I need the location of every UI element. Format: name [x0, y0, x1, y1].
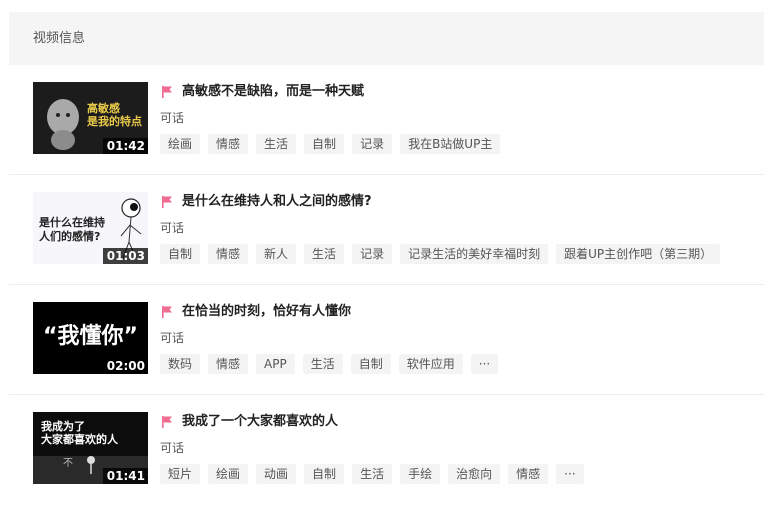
more-tags-button[interactable]: ··· — [470, 354, 499, 374]
tag[interactable]: 情感 — [508, 464, 549, 484]
video-author[interactable]: 可话 — [160, 111, 184, 125]
thumbnail-caption-line: 我成为了 — [41, 420, 85, 433]
thumbnail-caption-line: 人们的感情? — [39, 230, 101, 243]
flag-icon — [162, 196, 172, 208]
video-thumbnail[interactable]: 是什么在维持 人们的感情? 01:03 — [33, 192, 148, 264]
tag[interactable]: 自制 — [350, 354, 391, 374]
tag[interactable]: 数码 — [160, 354, 201, 374]
tag[interactable]: 短片 — [160, 464, 201, 484]
tag[interactable]: 生活 — [352, 464, 393, 484]
flag-icon — [162, 416, 172, 428]
tag[interactable]: 绘画 — [208, 464, 249, 484]
tag[interactable]: 情感 — [208, 244, 249, 264]
thumbnail-caption: 我成为了 大家都喜欢的人 — [41, 420, 118, 446]
flag-icon — [162, 306, 172, 318]
tag-list: 数码 情感 APP 生活 自制 软件应用 ··· — [160, 354, 506, 374]
video-thumbnail[interactable]: “我懂你” 02:00 — [33, 302, 148, 374]
video-author[interactable]: 可话 — [160, 221, 184, 235]
tag[interactable]: 治愈向 — [448, 464, 501, 484]
video-duration: 01:42 — [102, 138, 148, 154]
tag[interactable]: 记录生活的美好幸福时刻 — [400, 244, 549, 264]
thumbnail-caption-line: 是我的特点 — [87, 115, 142, 128]
tag[interactable]: 记录 — [352, 134, 393, 154]
video-title[interactable]: 在恰当的时刻，恰好有人懂你 — [182, 304, 351, 320]
tag[interactable]: 自制 — [160, 244, 201, 264]
video-title[interactable]: 我成了一个大家都喜欢的人 — [182, 414, 338, 430]
video-duration: 01:41 — [102, 468, 148, 484]
more-tags-button[interactable]: ··· — [556, 464, 584, 484]
thumbnail-caption-line: 不 — [63, 458, 73, 469]
tag[interactable]: 生活 — [302, 354, 343, 374]
video-thumbnail[interactable]: 高敏感 是我的特点 01:42 — [33, 82, 148, 154]
tag[interactable]: 情感 — [208, 354, 249, 374]
video-title[interactable]: 高敏感不是缺陷，而是一种天赋 — [182, 84, 364, 100]
tag[interactable]: 手绘 — [400, 464, 441, 484]
video-item[interactable]: 我成为了 大家都喜欢的人 不 01:41 我成了一个大家都喜欢的人 可话 短片 … — [9, 395, 764, 505]
video-item[interactable]: “我懂你” 02:00 在恰当的时刻，恰好有人懂你 可话 数码 情感 APP 生… — [9, 285, 764, 395]
tag[interactable]: 自制 — [304, 464, 345, 484]
tag[interactable]: 生活 — [256, 134, 297, 154]
tag[interactable]: 情感 — [208, 134, 249, 154]
thumbnail-caption-line: 高敏感 — [87, 102, 120, 115]
video-author[interactable]: 可话 — [160, 331, 184, 345]
tag[interactable]: 动画 — [256, 464, 297, 484]
thumbnail-caption-line: 是什么在维持 — [39, 216, 105, 229]
video-item[interactable]: 高敏感 是我的特点 01:42 高敏感不是缺陷，而是一种天赋 可话 绘画 情感 … — [9, 65, 764, 175]
thumbnail-caption: 高敏感 是我的特点 — [87, 102, 142, 128]
section-title: 视频信息 — [33, 31, 86, 46]
video-author[interactable]: 可话 — [160, 441, 184, 455]
video-title[interactable]: 是什么在维持人和人之间的感情? — [182, 194, 372, 210]
section-header: 视频信息 — [9, 12, 764, 65]
video-duration: 02:00 — [102, 358, 148, 374]
thumbnail-caption-line: 大家都喜欢的人 — [41, 433, 118, 446]
tag[interactable]: 跟着UP主创作吧（第三期） — [556, 244, 721, 264]
thumbnail-caption: 是什么在维持 人们的感情? — [39, 216, 105, 244]
tag[interactable]: 记录 — [352, 244, 393, 264]
tag[interactable]: 自制 — [304, 134, 345, 154]
video-thumbnail[interactable]: 我成为了 大家都喜欢的人 不 01:41 — [33, 412, 148, 484]
tag[interactable]: 软件应用 — [398, 354, 463, 374]
tag[interactable]: 生活 — [304, 244, 345, 264]
tag-list: 绘画 情感 生活 自制 记录 我在B站做UP主 — [160, 134, 508, 154]
tag-list: 短片 绘画 动画 自制 生活 手绘 治愈向 情感 ··· — [160, 464, 592, 484]
thumbnail-caption: “我懂你” — [43, 324, 138, 349]
tag[interactable]: 新人 — [256, 244, 297, 264]
tag[interactable]: 绘画 — [160, 134, 201, 154]
tag-list: 自制 情感 新人 生活 记录 记录生活的美好幸福时刻 跟着UP主创作吧（第三期） — [160, 244, 728, 264]
tag[interactable]: APP — [256, 354, 295, 374]
flag-icon — [162, 86, 172, 98]
tag[interactable]: 我在B站做UP主 — [400, 134, 501, 154]
video-duration: 01:03 — [102, 248, 148, 264]
video-item[interactable]: 是什么在维持 人们的感情? 01:03 是什么在维持人和人之间的感情? 可话 自… — [9, 175, 764, 285]
